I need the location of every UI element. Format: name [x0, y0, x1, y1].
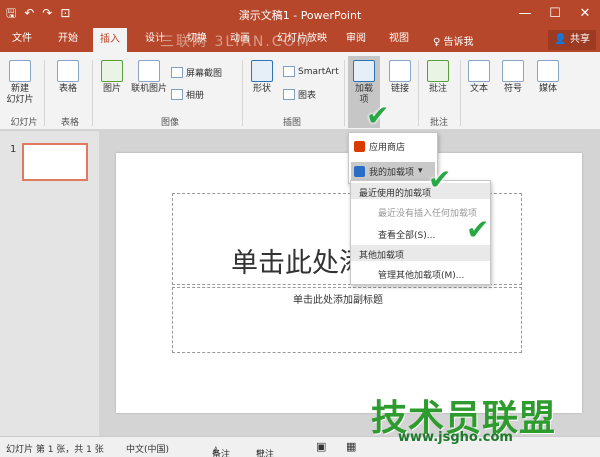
lightbulb-icon: ♀	[433, 37, 444, 48]
media-button[interactable]: 媒体	[532, 60, 564, 95]
subtitle-placeholder-text: 单击此处添加副标题	[293, 295, 383, 306]
tab-home[interactable]: 开始	[56, 32, 80, 46]
symbols-label: 符号	[503, 84, 522, 94]
ribbon-separator	[242, 60, 243, 126]
tab-view[interactable]: 视图	[387, 32, 411, 46]
smartart-button[interactable]: SmartArt	[283, 66, 339, 77]
group-label-illustrations: 插图	[282, 118, 301, 128]
group-label-tables: 表格	[60, 118, 79, 128]
smartart-icon	[283, 66, 295, 77]
online-picture-icon	[138, 60, 160, 82]
window-controls: — ☐ ✕	[510, 0, 600, 26]
sorter-view-icon[interactable]: ▦	[346, 440, 356, 453]
tell-me-search[interactable]: ♀ 告诉我	[433, 33, 474, 48]
store-icon	[354, 141, 365, 152]
chart-button[interactable]: 图表	[283, 88, 316, 101]
shapes-label: 形状	[252, 84, 271, 94]
tab-insert[interactable]: 插入	[93, 28, 127, 52]
slide-count: 幻灯片 第 1 张，共 1 张	[6, 445, 104, 455]
table-button[interactable]: 表格	[52, 60, 84, 95]
watermark-url: www.jsgho.com	[398, 430, 513, 445]
online-picture-button[interactable]: 联机图片	[128, 60, 170, 95]
chart-label: 图表	[298, 91, 317, 101]
table-label: 表格	[58, 84, 77, 94]
tab-file[interactable]: 文件	[10, 32, 34, 46]
ribbon-separator	[92, 60, 93, 126]
title-bar: 🖫 ↶ ↷ ⊡ 演示文稿1 - PowerPoint — ☐ ✕	[0, 0, 600, 28]
text-icon	[468, 60, 490, 82]
photo-album-button[interactable]: 相册	[171, 88, 204, 101]
screenshot-label: 屏幕截图	[186, 69, 223, 79]
symbols-button[interactable]: 符号	[498, 60, 528, 95]
menu-item-manage-addins[interactable]: 管理其他加载项(M)...	[378, 268, 464, 281]
links-button[interactable]: 链接	[386, 60, 414, 95]
text-button[interactable]: 文本	[464, 60, 494, 95]
picture-icon	[101, 60, 123, 82]
new-slide-label: 新建 幻灯片	[6, 84, 34, 105]
title-placeholder-text: 单击此处添	[231, 248, 366, 279]
picture-label: 图片	[102, 84, 121, 94]
online-picture-label: 联机图片	[130, 84, 167, 94]
ribbon-separator	[460, 60, 461, 126]
language-status[interactable]: 中文(中国)	[126, 442, 169, 455]
site-watermark: 三联网 3LIAN.COM	[160, 34, 311, 50]
new-slide-icon	[9, 60, 31, 82]
comment-button[interactable]: 批注	[424, 60, 452, 95]
close-button[interactable]: ✕	[570, 0, 600, 26]
media-label: 媒体	[538, 84, 557, 94]
screenshot-button[interactable]: 屏幕截图	[171, 66, 222, 79]
group-label-slides: 幻灯片	[10, 118, 38, 128]
speaker-icon	[537, 60, 559, 82]
omega-icon	[502, 60, 524, 82]
checkmark-icon: ✔	[466, 213, 490, 246]
normal-view-icon[interactable]: ▣	[316, 440, 326, 453]
shapes-icon	[251, 60, 273, 82]
album-icon	[171, 89, 183, 100]
share-label: 共享	[570, 34, 590, 45]
recent-addins-header: 最近使用的加载项	[351, 183, 490, 199]
table-icon	[57, 60, 79, 82]
comment-label: 批注	[428, 84, 447, 94]
links-label: 链接	[390, 84, 409, 94]
slide-number: 1	[10, 144, 17, 155]
maximize-button[interactable]: ☐	[540, 0, 570, 26]
new-slide-button[interactable]: 新建 幻灯片	[4, 60, 36, 106]
menu-item-my-addins[interactable]: 我的加载项 ▾	[351, 162, 435, 180]
chevron-down-icon: ▾	[418, 166, 423, 176]
ribbon-separator	[418, 60, 419, 126]
person-icon: 👤	[554, 34, 570, 45]
album-label: 相册	[186, 91, 205, 101]
group-label-images: 图像	[160, 118, 179, 128]
screenshot-icon	[171, 67, 183, 78]
addins-icon	[353, 60, 375, 82]
comment-icon	[427, 60, 449, 82]
ribbon-separator	[44, 60, 45, 126]
notes-label: 备注	[212, 450, 231, 457]
shapes-button[interactable]: 形状	[248, 60, 276, 95]
picture-button[interactable]: 图片	[98, 60, 126, 95]
group-label-comments: 批注	[429, 118, 448, 128]
slide-thumbnail[interactable]	[22, 143, 88, 181]
text-label: 文本	[469, 84, 488, 94]
smartart-label: SmartArt	[298, 66, 339, 77]
recent-addins-empty: 最近没有插入任何加载项	[378, 209, 478, 219]
comments-label: 批注	[256, 450, 275, 457]
chart-icon	[283, 89, 295, 100]
tab-review[interactable]: 审阅	[344, 32, 368, 46]
menu-item-store[interactable]: 应用商店	[354, 140, 405, 153]
checkmark-icon: ✔	[428, 163, 452, 196]
tell-me-label: 告诉我	[443, 37, 474, 48]
my-addins-label: 我的加载项	[369, 167, 415, 178]
share-button[interactable]: 👤 共享	[548, 30, 596, 50]
ribbon-separator	[344, 60, 345, 126]
minimize-button[interactable]: —	[510, 0, 540, 26]
checkmark-icon: ✔	[366, 99, 390, 132]
menu-item-view-all[interactable]: 查看全部(S)...	[378, 228, 435, 241]
addin-icon	[354, 165, 365, 177]
link-icon	[389, 60, 411, 82]
other-addins-header: 其他加载项	[351, 245, 490, 261]
store-label: 应用商店	[369, 143, 406, 153]
